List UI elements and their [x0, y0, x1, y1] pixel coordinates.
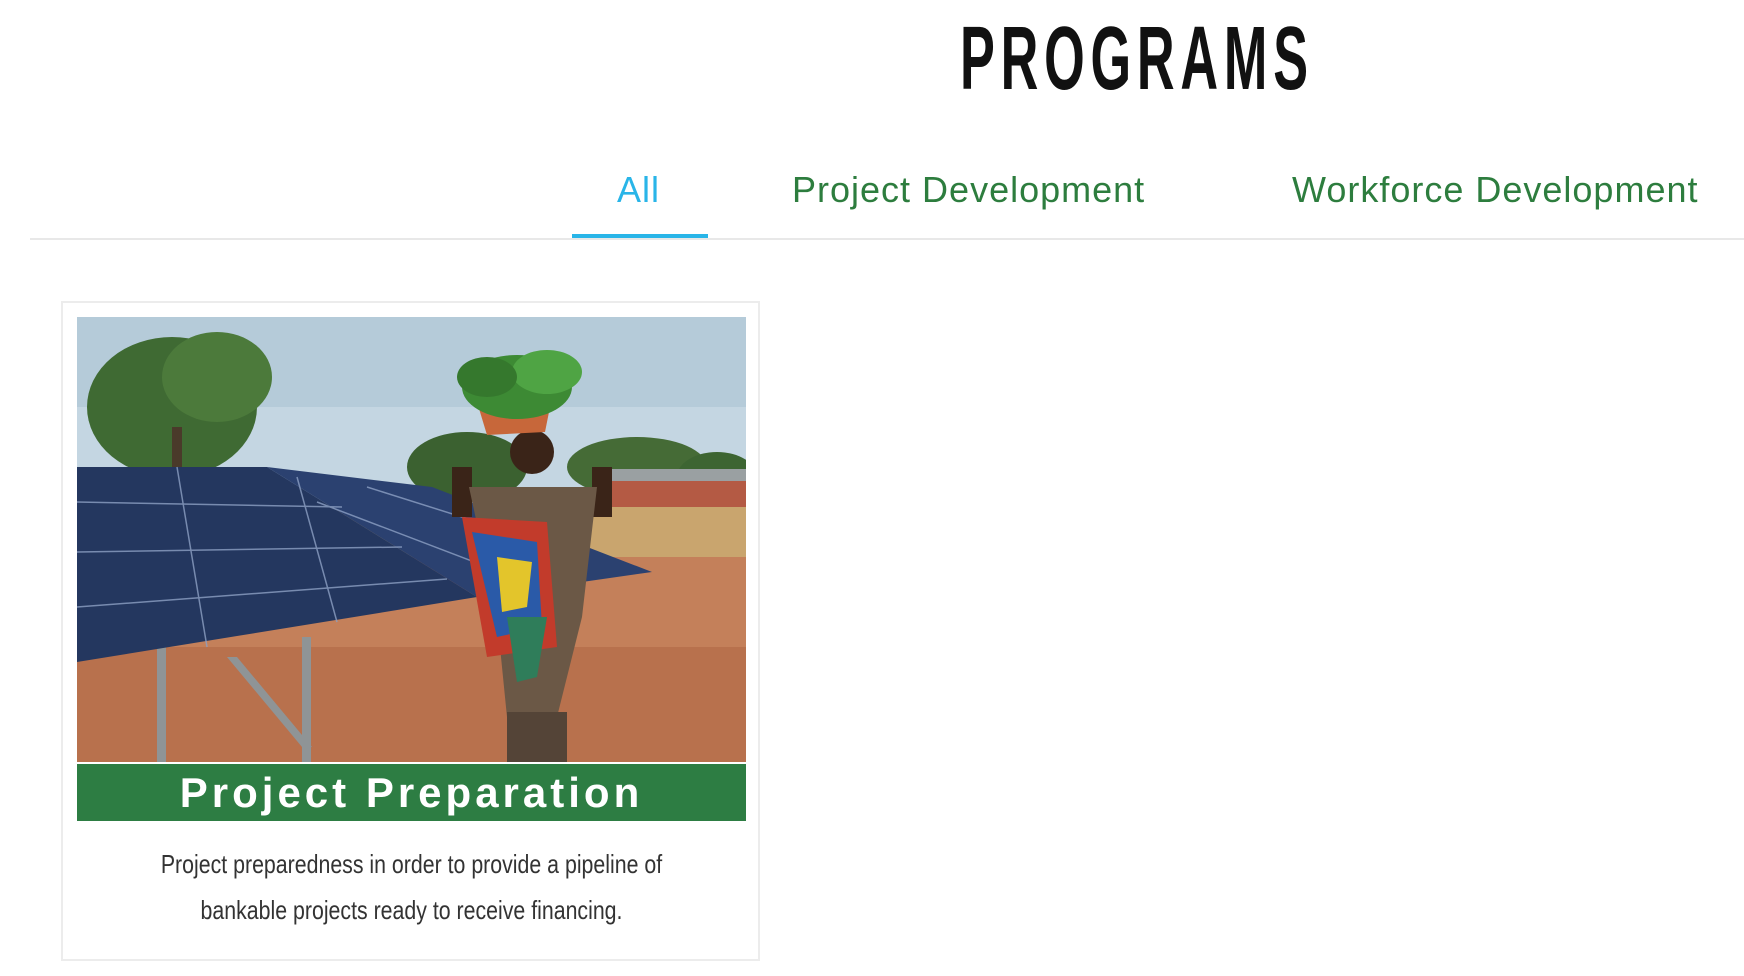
- tab-workforce-development[interactable]: Workforce Development: [1292, 170, 1699, 238]
- tab-all[interactable]: All: [571, 170, 709, 238]
- card-description: Project preparedness in order to provide…: [160, 849, 663, 925]
- program-filter-tabs: All Project Development Workforce Develo…: [30, 150, 1744, 240]
- tab-project-development[interactable]: Project Development: [792, 170, 1145, 238]
- page-title: PROGRAMS: [960, 9, 1314, 109]
- card-title[interactable]: Project Preparation: [77, 764, 746, 821]
- program-card-project-preparation[interactable]: Project Preparation Project preparedness…: [61, 301, 760, 961]
- program-card-image[interactable]: [77, 317, 746, 762]
- solar-field-photo: [77, 317, 746, 762]
